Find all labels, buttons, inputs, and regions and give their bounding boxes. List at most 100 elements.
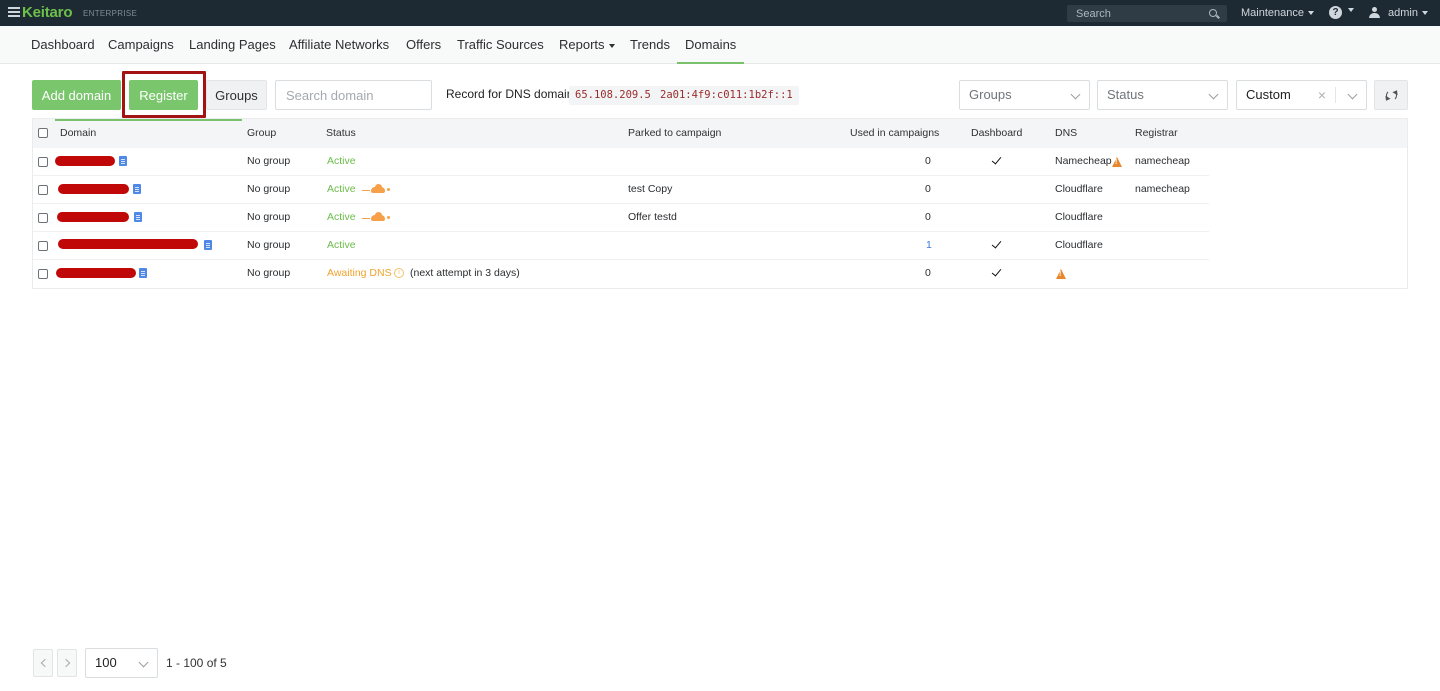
- document-icon[interactable]: [119, 156, 127, 166]
- redacted-domain[interactable]: [55, 156, 115, 166]
- row-status: Active: [327, 211, 356, 223]
- domains-table: Domain Group Status Parked to campaign U…: [32, 118, 1408, 289]
- header-domain[interactable]: Domain: [60, 127, 96, 139]
- nav-affiliate-networks[interactable]: Affiliate Networks: [289, 37, 389, 52]
- header-dashboard[interactable]: Dashboard: [971, 127, 1022, 139]
- row-checkbox[interactable]: [38, 213, 48, 223]
- chevron-down-icon: [1308, 11, 1314, 16]
- app-logo[interactable]: Keitaro: [22, 4, 72, 21]
- nav-dashboard[interactable]: Dashboard: [31, 37, 95, 52]
- global-search[interactable]: [1067, 5, 1227, 22]
- row-dns: Cloudflare: [1055, 211, 1103, 223]
- header-registrar[interactable]: Registrar: [1135, 127, 1178, 139]
- groups-button[interactable]: Groups: [206, 80, 267, 110]
- prev-page-button[interactable]: [33, 649, 53, 677]
- nav-traffic-sources[interactable]: Traffic Sources: [457, 37, 544, 52]
- row-registrar: namecheap: [1135, 155, 1190, 167]
- select-separator: [1335, 87, 1336, 103]
- help-icon[interactable]: ?: [1329, 6, 1342, 19]
- row-checkbox[interactable]: [38, 157, 48, 167]
- refresh-button[interactable]: [1374, 80, 1408, 110]
- row-used-link[interactable]: 1: [926, 239, 932, 251]
- user-icon: [1369, 7, 1380, 18]
- redacted-domain[interactable]: [56, 268, 136, 278]
- header-dns[interactable]: DNS: [1055, 127, 1077, 139]
- sort-indicator: [55, 119, 242, 121]
- row-used: 0: [925, 211, 931, 223]
- row-group: No group: [247, 183, 291, 195]
- nav-reports[interactable]: Reports: [559, 37, 615, 52]
- period-select[interactable]: Custom ×: [1236, 80, 1367, 110]
- nav-reports-label: Reports: [559, 37, 605, 52]
- nav-landing-pages[interactable]: Landing Pages: [189, 37, 276, 52]
- per-page-value: 100: [95, 655, 117, 670]
- select-all-checkbox[interactable]: [38, 128, 48, 138]
- status-select[interactable]: Status: [1097, 80, 1228, 110]
- search-domain-field[interactable]: [275, 80, 432, 110]
- edition-label: ENTERPRISE: [83, 9, 138, 18]
- row-divider: [33, 231, 1209, 232]
- chevron-down-icon: [608, 43, 615, 48]
- chevron-down-icon: [1421, 11, 1428, 16]
- row-checkbox[interactable]: [38, 185, 48, 195]
- document-icon[interactable]: [139, 268, 147, 278]
- row-checkbox[interactable]: [38, 241, 48, 251]
- document-icon[interactable]: [133, 184, 141, 194]
- header-parked[interactable]: Parked to campaign: [628, 127, 721, 139]
- nav-trends[interactable]: Trends: [630, 37, 670, 52]
- nav-offers[interactable]: Offers: [406, 37, 441, 52]
- header-used[interactable]: Used in campaigns: [850, 127, 939, 139]
- check-icon: [991, 238, 1002, 249]
- maintenance-menu[interactable]: Maintenance: [1241, 7, 1314, 19]
- check-icon: [991, 154, 1002, 165]
- table-header: Domain Group Status Parked to campaign U…: [33, 119, 1407, 148]
- top-bar: Keitaro ENTERPRISE Maintenance ? admin: [0, 0, 1440, 26]
- document-icon[interactable]: [204, 240, 212, 250]
- chevron-right-icon: [61, 658, 71, 668]
- row-status: Active: [327, 155, 356, 167]
- redacted-domain[interactable]: [58, 184, 129, 194]
- dns-ipv6: 2a01:4f9:c011:1b2f::1: [654, 86, 799, 105]
- clear-icon[interactable]: ×: [1318, 81, 1326, 109]
- row-group: No group: [247, 239, 291, 251]
- chevron-down-icon: [138, 657, 149, 668]
- status-select-value: Status: [1107, 87, 1144, 102]
- menu-icon[interactable]: [8, 7, 20, 19]
- row-status-note: (next attempt in 3 days): [410, 267, 520, 279]
- row-status: Active: [327, 183, 356, 195]
- global-search-input[interactable]: [1067, 5, 1207, 22]
- document-icon[interactable]: [134, 212, 142, 222]
- row-checkbox[interactable]: [38, 269, 48, 279]
- row-parked[interactable]: test Copy: [628, 183, 672, 195]
- row-divider: [33, 259, 1209, 260]
- info-icon[interactable]: i: [394, 268, 404, 278]
- next-page-button[interactable]: [57, 649, 77, 677]
- chevron-down-icon[interactable]: [1348, 8, 1354, 12]
- add-domain-button[interactable]: Add domain: [32, 80, 121, 110]
- header-group[interactable]: Group: [247, 127, 276, 139]
- search-domain-input[interactable]: [276, 81, 431, 109]
- chevron-down-icon: [1208, 89, 1219, 100]
- nav-campaigns[interactable]: Campaigns: [108, 37, 174, 52]
- redacted-domain[interactable]: [58, 239, 198, 249]
- per-page-select[interactable]: 100: [85, 648, 158, 678]
- chevron-left-icon: [40, 658, 50, 668]
- row-dns: Cloudflare: [1055, 183, 1103, 195]
- search-icon: [1209, 9, 1217, 17]
- row-status: Active: [327, 239, 356, 251]
- redacted-domain[interactable]: [57, 212, 129, 222]
- row-status: Awaiting DNS: [327, 267, 392, 279]
- nav-domains[interactable]: Domains: [676, 37, 745, 64]
- user-menu[interactable]: admin: [1388, 7, 1428, 19]
- groups-select[interactable]: Groups: [959, 80, 1090, 110]
- pagination-info: 1 - 100 of 5: [166, 656, 227, 670]
- chevron-down-icon: [1070, 89, 1081, 100]
- row-dns: Namecheap: [1055, 155, 1112, 167]
- row-parked[interactable]: Offer testd: [628, 211, 677, 223]
- check-icon: [991, 266, 1002, 277]
- header-status[interactable]: Status: [326, 127, 356, 139]
- row-used: 0: [925, 267, 931, 279]
- dns-ipv4: 65.108.209.5: [569, 86, 657, 105]
- row-used: 0: [925, 183, 931, 195]
- row-group: No group: [247, 155, 291, 167]
